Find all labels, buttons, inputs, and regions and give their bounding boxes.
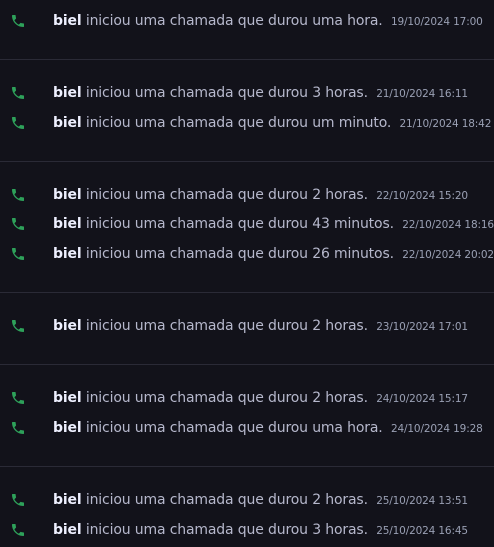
message-text: iniciou uma chamada que durou uma hora. (85, 420, 383, 436)
call-log-feed: biel iniciou uma chamada que durou uma h… (0, 0, 494, 547)
phone-icon (12, 15, 24, 27)
call-message[interactable]: biel iniciou uma chamada que durou 43 mi… (0, 212, 494, 236)
username[interactable]: biel (53, 318, 82, 334)
day-divider (0, 364, 494, 365)
timestamp: 21/10/2024 18:42 (399, 118, 492, 130)
timestamp: 22/10/2024 15:20 (376, 190, 468, 202)
phone-icon (12, 392, 24, 404)
phone-icon (12, 248, 24, 260)
username[interactable]: biel (53, 246, 82, 262)
call-message[interactable]: biel iniciou uma chamada que durou uma h… (0, 416, 494, 440)
phone-icon (12, 117, 24, 129)
timestamp: 21/10/2024 16:11 (376, 88, 468, 100)
username[interactable]: biel (53, 390, 82, 406)
username[interactable]: biel (53, 522, 82, 538)
username[interactable]: biel (53, 115, 82, 131)
timestamp: 25/10/2024 13:51 (376, 495, 468, 507)
timestamp: 19/10/2024 17:00 (390, 16, 483, 28)
phone-icon (12, 524, 24, 536)
message-text: iniciou uma chamada que durou 26 minutos… (85, 246, 394, 262)
timestamp: 25/10/2024 16:45 (376, 525, 468, 537)
message-text: iniciou uma chamada que durou 3 horas. (85, 85, 368, 101)
username[interactable]: biel (53, 420, 82, 436)
timestamp: 22/10/2024 20:02 (402, 249, 494, 261)
message-text: iniciou uma chamada que durou 2 horas. (85, 390, 368, 406)
call-message[interactable]: biel iniciou uma chamada que durou uma h… (0, 9, 494, 33)
username[interactable]: biel (53, 492, 82, 508)
message-text: iniciou uma chamada que durou 43 minutos… (85, 216, 394, 232)
username[interactable]: biel (53, 13, 82, 29)
username[interactable]: biel (53, 216, 82, 232)
phone-icon (12, 189, 24, 201)
day-divider (0, 59, 494, 60)
message-text: iniciou uma chamada que durou um minuto. (85, 115, 392, 131)
call-message[interactable]: biel iniciou uma chamada que durou 2 hor… (0, 183, 494, 207)
day-divider (0, 292, 494, 293)
phone-icon (12, 494, 24, 506)
message-text: iniciou uma chamada que durou 2 horas. (85, 318, 368, 334)
call-message[interactable]: biel iniciou uma chamada que durou 2 hor… (0, 386, 494, 410)
message-text: iniciou uma chamada que durou 3 horas. (85, 522, 368, 538)
call-message[interactable]: biel iniciou uma chamada que durou 3 hor… (0, 81, 494, 105)
call-message[interactable]: biel iniciou uma chamada que durou 3 hor… (0, 518, 494, 542)
phone-icon (12, 320, 24, 332)
timestamp: 24/10/2024 15:17 (376, 393, 468, 405)
username[interactable]: biel (53, 85, 82, 101)
phone-icon (12, 218, 24, 230)
message-text: iniciou uma chamada que durou 2 horas. (85, 187, 368, 203)
timestamp: 22/10/2024 18:16 (402, 219, 494, 231)
call-message[interactable]: biel iniciou uma chamada que durou 2 hor… (0, 488, 494, 512)
phone-icon (12, 422, 24, 434)
username[interactable]: biel (53, 187, 82, 203)
timestamp: 24/10/2024 19:28 (390, 423, 483, 435)
call-message[interactable]: biel iniciou uma chamada que durou 26 mi… (0, 242, 494, 266)
timestamp: 23/10/2024 17:01 (376, 321, 468, 333)
phone-icon (12, 87, 24, 99)
call-message[interactable]: biel iniciou uma chamada que durou 2 hor… (0, 314, 494, 338)
call-message[interactable]: biel iniciou uma chamada que durou um mi… (0, 111, 494, 135)
message-text: iniciou uma chamada que durou 2 horas. (85, 492, 368, 508)
day-divider (0, 161, 494, 162)
day-divider (0, 466, 494, 467)
message-text: iniciou uma chamada que durou uma hora. (85, 13, 383, 29)
